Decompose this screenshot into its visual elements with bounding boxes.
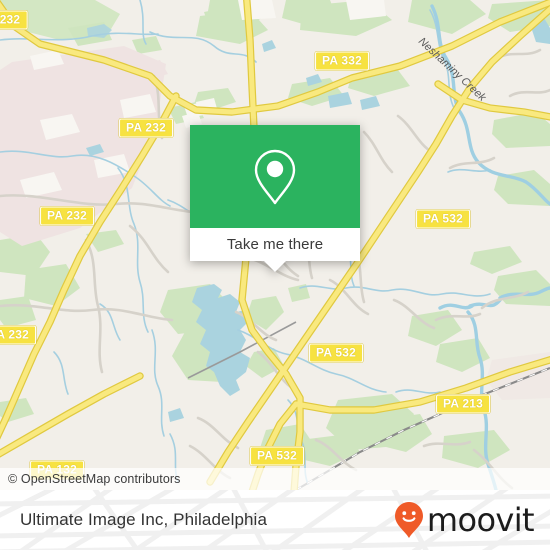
popup-tail-arrow — [264, 261, 286, 272]
map-canvas[interactable]: Neshaminy Creek 232PA 232PA 232PA 232PA … — [0, 0, 550, 490]
shield-pa-332-top: PA 332 — [315, 51, 369, 71]
shield-pa-213-right: PA 213 — [436, 394, 490, 414]
map-pin-icon — [254, 149, 296, 204]
moovit-smiling-pin-icon — [394, 502, 423, 538]
popup-image-panel — [190, 125, 360, 228]
take-me-there-label: Take me there — [226, 236, 324, 253]
shield-pa-532-center: PA 532 — [309, 343, 363, 363]
take-me-there-button[interactable]: Take me there — [190, 228, 360, 261]
moovit-map-screenshot: Neshaminy Creek 232PA 232PA 232PA 232PA … — [0, 0, 550, 550]
shield-pa-232-left: PA 232 — [0, 325, 36, 345]
shield-pa-232-topleft: 232 — [0, 10, 28, 30]
osm-attribution[interactable]: © OpenStreetMap contributors — [0, 468, 550, 490]
moovit-wordmark: moovit — [426, 501, 535, 539]
footer-bar: Ultimate Image Inc, Philadelphia moovit — [0, 490, 550, 550]
location-popup-card[interactable]: Take me there — [190, 125, 360, 272]
shield-pa-232-upper: PA 232 — [119, 118, 173, 138]
shield-pa-532-bottom: PA 532 — [250, 446, 304, 466]
shield-pa-532-right: PA 532 — [416, 209, 470, 229]
shield-pa-232-mid: PA 232 — [40, 206, 94, 226]
page-title: Ultimate Image Inc, Philadelphia — [20, 510, 267, 529]
moovit-brand[interactable]: moovit — [394, 490, 535, 550]
